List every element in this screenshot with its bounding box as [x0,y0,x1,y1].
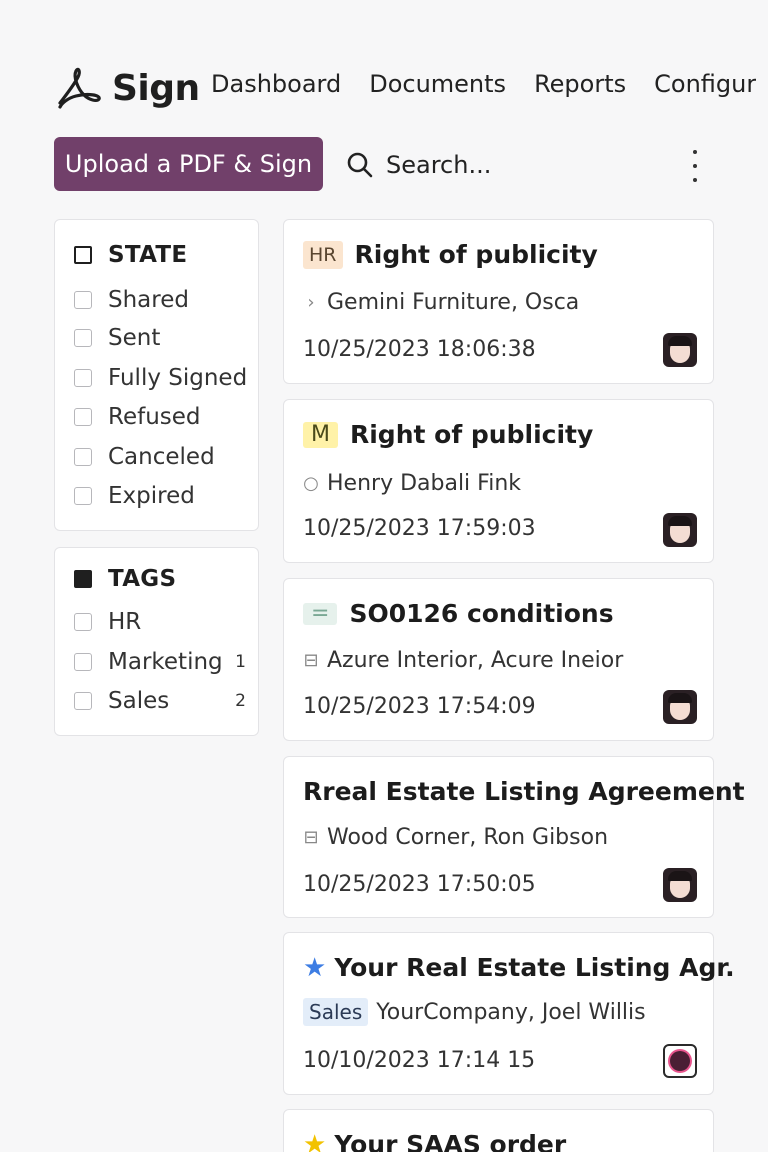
option-label: Marketing [108,649,223,675]
card-title-row: HR Right of publicity [303,240,699,269]
search-bar [346,140,626,190]
nav-dashboard[interactable]: Dashboard [211,70,341,98]
document-card[interactable]: ★ Your SAAS order [283,1109,714,1152]
card-title-row: ★ Your SAAS order [303,1130,699,1152]
document-partners: Henry Dabali Fink [327,471,522,496]
checkbox[interactable] [74,369,92,387]
card-subtitle-row: ⊟ Wood Corner, Ron Gibson [303,825,608,850]
main-nav: Dashboard Documents Reports Configura [211,70,756,110]
card-title-row: M Right of publicity [303,420,699,449]
document-title: Right of publicity [354,240,598,269]
state-option-fully-signed[interactable]: Fully Signed [74,365,248,391]
doc-icon: ⊟ [303,827,319,848]
state-option-shared[interactable]: Shared [74,287,246,313]
search-icon [347,152,373,178]
avatar[interactable] [663,333,697,367]
state-option-sent[interactable]: Sent [74,325,246,351]
document-title: SO0126 conditions [349,599,614,628]
search-input[interactable] [386,151,626,179]
card-title-row: Rreal Estate Listing Agreement [303,777,745,806]
tags-filter-title: TAGS [108,566,177,592]
nav-configuration[interactable]: Configura [654,70,756,98]
state-filter-panel: STATE Shared Sent Fully Signed Refused C… [54,219,259,531]
state-toggle-checkbox[interactable] [74,246,92,264]
option-label: Sent [108,325,161,351]
state-filter-header[interactable]: STATE [74,242,187,268]
document-card[interactable]: = SO0126 conditions ⊟ Azure Interior, Ac… [283,578,714,741]
tag-option-hr[interactable]: HR [74,609,246,635]
upload-pdf-sign-button[interactable]: Upload a PDF & Sign [54,137,323,191]
document-card[interactable]: M Right of publicity ○ Henry Dabali Fink… [283,399,714,563]
document-partners: Wood Corner, Ron Gibson [327,825,609,850]
tag-option-sales[interactable]: Sales 2 [74,688,246,714]
document-date: 10/25/2023 17:50:05 [303,872,536,897]
app-name: Sign [112,67,200,109]
checkbox[interactable] [74,329,92,347]
state-filter-title: STATE [108,242,188,268]
tag-option-marketing[interactable]: Marketing 1 [74,649,246,675]
state-option-canceled[interactable]: Canceled [74,444,246,470]
card-subtitle-row: ○ Henry Dabali Fink [303,471,521,496]
tags-toggle-checkbox[interactable] [74,570,92,588]
avatar[interactable] [663,690,697,724]
document-date: 10/25/2023 17:59:03 [303,516,536,541]
option-label: Canceled [108,444,215,470]
document-title: Right of publicity [349,420,594,449]
document-date: 10/10/2023 17:14 15 [303,1048,536,1073]
tags-filter-panel: TAGS HR Marketing 1 Sales 2 [54,547,259,736]
document-partners: Gemini Furniture, Osca [327,290,580,315]
favorite-star-icon[interactable]: ★ [303,1132,326,1152]
document-partners: YourCompany, Joel Willis [376,999,646,1025]
document-card[interactable]: HR Right of publicity › Gemini Furniture… [283,219,714,384]
option-label: Fully Signed [108,365,248,391]
card-subtitle-row: › Gemini Furniture, Osca [303,290,579,315]
option-label: Sales [108,688,170,714]
checkbox[interactable] [74,487,92,505]
document-date: 10/25/2023 17:54:09 [303,694,536,719]
document-card[interactable]: Rreal Estate Listing Agreement ⊟ Wood Co… [283,756,745,918]
favorite-star-icon[interactable]: ★ [303,955,326,981]
checkbox[interactable] [74,692,92,710]
nav-reports[interactable]: Reports [534,70,626,98]
header: Sign [54,60,200,116]
state-option-expired[interactable]: Expired [74,483,246,509]
option-count: 2 [235,691,246,711]
avatar[interactable] [663,868,697,902]
document-date: 10/25/2023 18:06:38 [303,337,536,362]
option-label: Expired [108,483,195,509]
option-label: HR [108,609,142,635]
tag-badge: = [303,602,338,625]
tags-filter-header[interactable]: TAGS [74,566,176,592]
card-title-row: = SO0126 conditions [303,599,699,628]
option-label: Shared [108,287,189,313]
tag-badge: HR [303,240,343,269]
document-title: Rreal Estate Listing Agreement [303,777,745,806]
checkbox[interactable] [74,408,92,426]
checkbox[interactable] [74,448,92,466]
acrobat-sign-icon [58,67,101,109]
document-title: Your Real Estate Listing Agr. [334,953,735,982]
option-count: 1 [235,652,246,672]
card-title-row: ★ Your Real Estate Listing Agr. [303,953,735,982]
doc-icon: ⊟ [303,650,319,671]
avatar[interactable] [663,1044,697,1078]
more-options-icon[interactable] [684,150,706,182]
chevron-right-icon: › [307,292,315,313]
document-title: Your SAAS order [334,1130,567,1152]
circle-icon: ○ [303,473,319,494]
avatar[interactable] [663,513,697,547]
nav-documents[interactable]: Documents [369,70,506,98]
document-partners: Azure Interior, Acure Ineior [327,648,624,673]
state-option-refused[interactable]: Refused [74,404,246,430]
checkbox[interactable] [74,291,92,309]
tag-badge: M [303,421,338,448]
tag-badge: Sales [303,998,369,1026]
checkbox[interactable] [74,653,92,671]
checkbox[interactable] [74,613,92,631]
card-subtitle-row: Sales YourCompany, Joel Willis [303,998,646,1026]
app-logo[interactable]: Sign [54,63,200,113]
document-card[interactable]: ★ Your Real Estate Listing Agr. Sales Yo… [283,932,735,1095]
card-subtitle-row: ⊟ Azure Interior, Acure Ineior [303,648,623,673]
option-label: Refused [108,404,201,430]
